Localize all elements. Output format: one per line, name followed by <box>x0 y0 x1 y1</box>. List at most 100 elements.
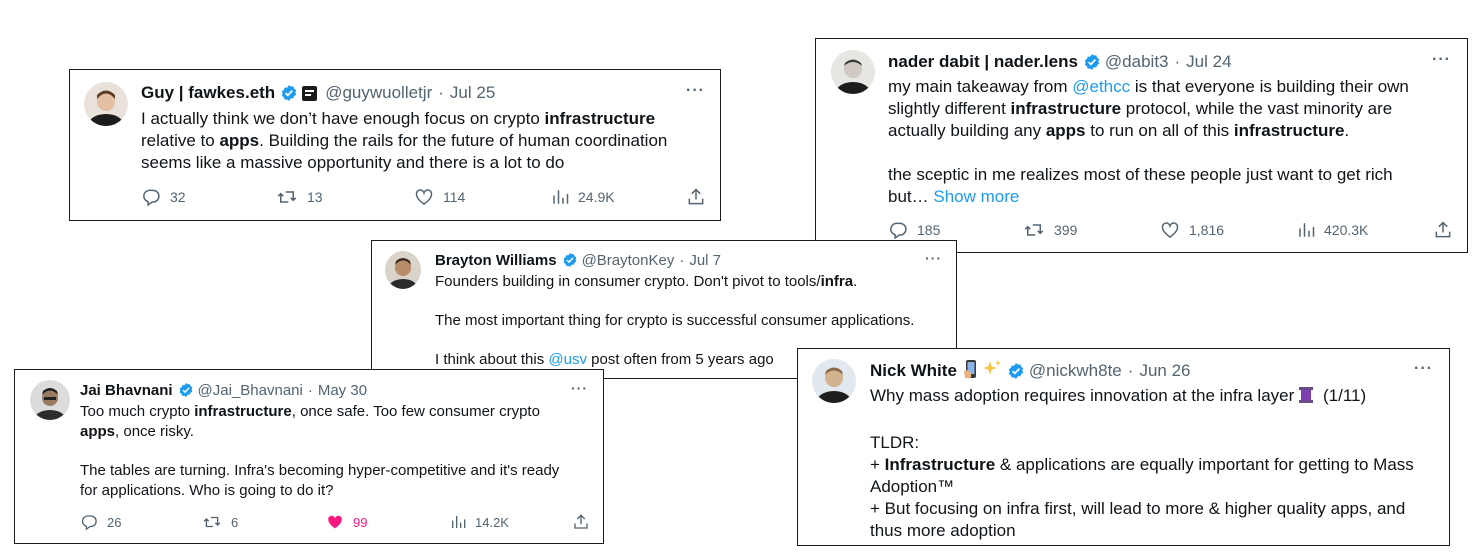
tweet-date[interactable]: Jul 25 <box>450 83 495 103</box>
tweet-card-nader[interactable]: nader dabit | nader.lens @dabit3 · Jul 2… <box>815 38 1468 253</box>
text-segment: post often from 5 years ago <box>586 351 774 368</box>
reply-count: 32 <box>170 189 186 205</box>
views-button[interactable]: 24.9K <box>551 187 615 207</box>
share-button[interactable] <box>572 513 599 531</box>
views-button[interactable]: 14.2K <box>450 513 509 531</box>
mention-link[interactable]: @usv <box>548 351 587 368</box>
text-segment: + But focusing on infra first, will lead… <box>870 499 1406 518</box>
separator-dot: · <box>438 83 444 102</box>
like-icon <box>415 189 433 205</box>
tweet-card-jai[interactable]: Jai Bhavnani @Jai_Bhavnani · May 30 ··· … <box>14 369 604 544</box>
more-icon[interactable]: ··· <box>1432 51 1451 69</box>
reply-button[interactable]: 26 <box>80 513 121 531</box>
reply-count: 185 <box>917 222 941 238</box>
tweet-date[interactable]: Jun 26 <box>1139 361 1190 381</box>
separator-dot: · <box>679 251 685 269</box>
bold-text: infrastructure <box>1010 99 1122 118</box>
action-bar: 185 399 1,816 420.3K <box>888 220 1458 242</box>
verified-badge-icon <box>562 252 578 268</box>
tweet-header: Guy | fawkes.eth @guywuolletjr · Jul 25 <box>141 82 495 104</box>
share-icon <box>1435 221 1451 238</box>
avatar[interactable] <box>812 359 856 403</box>
author-handle[interactable]: @BraytonKey <box>582 252 675 269</box>
share-button[interactable] <box>1433 220 1462 240</box>
text-segment: seems like a massive opportunity and the… <box>141 153 565 172</box>
like-button[interactable]: 1,816 <box>1160 220 1224 240</box>
views-count: 14.2K <box>475 514 509 530</box>
text-segment: . <box>1344 121 1350 140</box>
retweet-button[interactable]: 13 <box>276 187 323 207</box>
retweet-button[interactable]: 6 <box>202 513 238 531</box>
retweet-icon <box>203 516 221 528</box>
tweet-card-nick[interactable]: Nick White @nickwh8te · Jun 26 ··· Why m… <box>797 348 1450 546</box>
avatar[interactable] <box>385 251 421 289</box>
tweet-card-guy[interactable]: Guy | fawkes.eth @guywuolletjr · Jul 25 … <box>69 69 721 221</box>
retweet-count: 6 <box>231 514 239 530</box>
mention-link[interactable]: @ethcc <box>1072 77 1130 96</box>
author-handle[interactable]: @nickwh8te <box>1029 361 1122 381</box>
text-segment: relative to <box>141 131 220 150</box>
text-segment: The tables are turning. Infra's becoming… <box>80 462 560 479</box>
tweet-date[interactable]: Jul 7 <box>689 252 721 269</box>
share-icon <box>574 514 588 529</box>
author-name[interactable]: Jai Bhavnani <box>80 382 173 399</box>
like-button[interactable]: 114 <box>414 187 465 207</box>
tweet-header: Brayton Williams @BraytonKey · Jul 7 <box>435 250 721 270</box>
reply-icon <box>143 189 160 207</box>
author-handle[interactable]: @guywuolletjr <box>325 83 432 103</box>
author-name[interactable]: Nick White <box>870 361 957 381</box>
text-segment: Founders building in consumer crypto. Do… <box>435 273 821 290</box>
like-count: 99 <box>353 514 368 530</box>
views-icon <box>1299 223 1315 237</box>
sparkles-icon <box>982 359 1002 384</box>
text-segment: I actually think we don’t have enough fo… <box>141 109 545 128</box>
author-handle[interactable]: @Jai_Bhavnani <box>198 382 303 399</box>
author-name[interactable]: Guy | fawkes.eth <box>141 83 275 103</box>
verified-badge-icon <box>1083 53 1101 71</box>
separator-dot: · <box>1174 52 1181 71</box>
text-segment: thus more adoption <box>870 521 1016 540</box>
tweet-date[interactable]: Jul 24 <box>1186 52 1231 72</box>
tweet-text: my main takeaway from @ethcc is that eve… <box>888 76 1409 208</box>
phone-emoji-icon <box>963 359 978 384</box>
author-handle[interactable]: @dabit3 <box>1105 52 1169 72</box>
text-segment: . Building the rails for the future of h… <box>259 131 668 150</box>
verified-badge-icon <box>280 84 298 102</box>
avatar[interactable] <box>84 82 128 126</box>
more-icon[interactable]: ··· <box>1414 360 1433 378</box>
like-button[interactable]: 99 <box>326 513 367 531</box>
affiliation-badge-icon <box>302 85 318 101</box>
more-icon[interactable]: ··· <box>571 380 588 396</box>
author-name[interactable]: Brayton Williams <box>435 252 557 269</box>
text-segment: , once risky. <box>115 423 194 440</box>
bold-text: apps <box>219 131 260 150</box>
bold-text: infrastructure <box>544 109 656 128</box>
tweet-header: Nick White @nickwh8te · Jun 26 <box>870 359 1190 384</box>
bold-text: apps <box>1045 121 1086 140</box>
views-button[interactable]: 420.3K <box>1297 220 1368 240</box>
tweet-date[interactable]: May 30 <box>318 382 367 399</box>
reply-button[interactable]: 32 <box>141 187 186 207</box>
more-icon[interactable]: ··· <box>686 82 705 100</box>
reply-button[interactable]: 185 <box>888 220 940 240</box>
text-segment: the sceptic in me realizes most of these… <box>888 165 1393 184</box>
views-icon <box>553 190 569 204</box>
share-button[interactable] <box>686 187 715 207</box>
retweet-count: 399 <box>1054 222 1078 238</box>
tweet-text: Too much crypto infrastructure, once saf… <box>80 402 559 501</box>
retweet-button[interactable]: 399 <box>1023 220 1077 240</box>
avatar[interactable] <box>30 380 70 420</box>
separator-dot: · <box>307 381 313 399</box>
like-icon <box>1161 222 1179 238</box>
more-icon[interactable]: ··· <box>925 250 942 266</box>
bold-text: Infrastructure <box>884 455 996 474</box>
reply-icon <box>890 222 907 240</box>
avatar[interactable] <box>831 50 875 94</box>
like-count: 1,816 <box>1189 222 1225 238</box>
text-segment: Too much crypto <box>80 403 195 420</box>
action-bar: 32 13 114 24.9K <box>141 187 711 209</box>
text-segment: to run on all of this <box>1085 121 1234 140</box>
text-segment: protocol, while the vast minority are <box>1121 99 1393 118</box>
author-name[interactable]: nader dabit | nader.lens <box>888 52 1078 72</box>
show-more-link[interactable]: Show more <box>933 187 1019 206</box>
